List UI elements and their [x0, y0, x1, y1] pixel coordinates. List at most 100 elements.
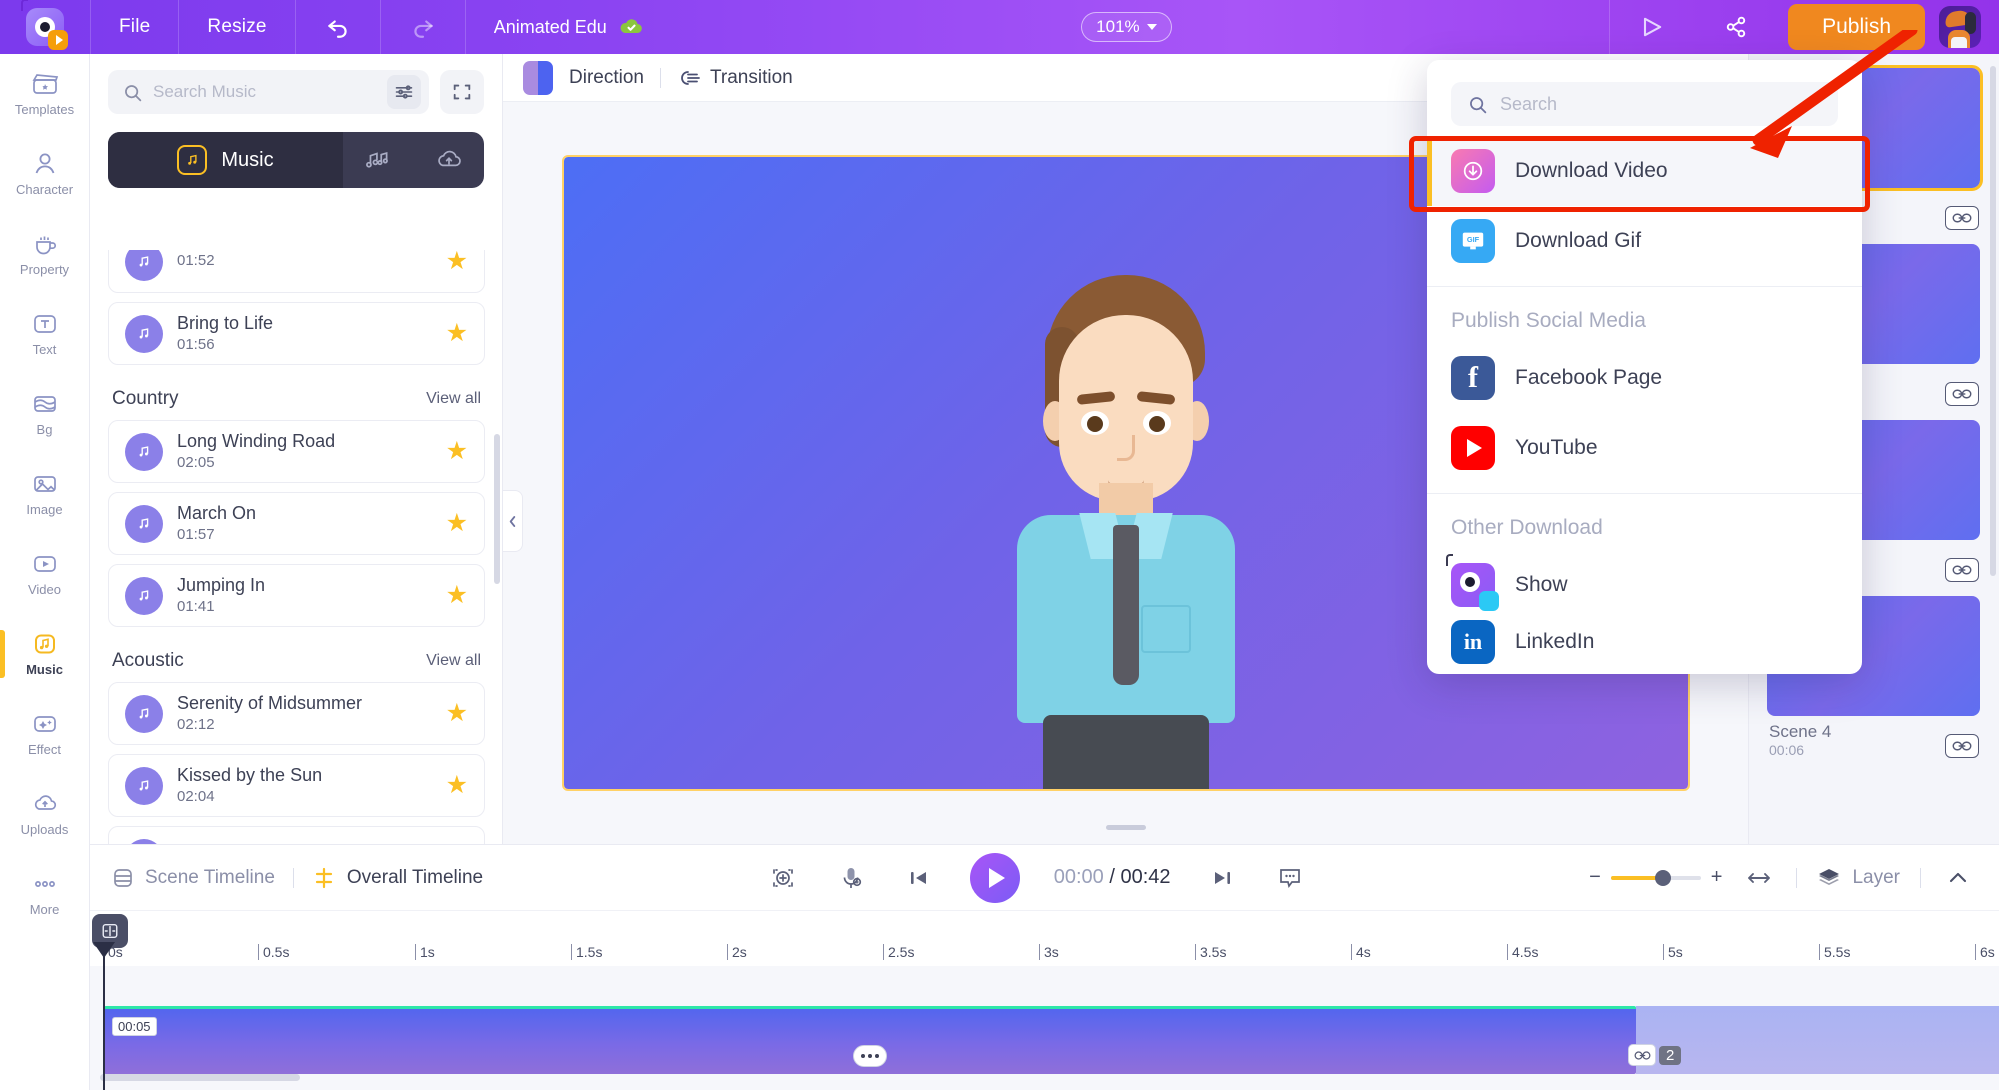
view-all-link[interactable]: View all: [426, 390, 481, 408]
sidebar-item-templates[interactable]: Templates: [0, 54, 89, 134]
direction-button[interactable]: Direction: [569, 67, 644, 89]
favorite-star-icon[interactable]: ★: [446, 321, 468, 346]
link-scene-icon[interactable]: [1945, 734, 1979, 758]
search-icon: [1470, 96, 1487, 113]
menu-item-show[interactable]: Show: [1427, 550, 1862, 620]
menu-resize[interactable]: Resize: [179, 0, 294, 54]
clip-link-badge[interactable]: 2: [1628, 1044, 1682, 1066]
timeline-tracks[interactable]: 00:05: [90, 966, 1999, 1090]
list-item[interactable]: Jumping In 01:41 ★: [108, 564, 485, 627]
search-input-wrapper[interactable]: [108, 70, 429, 114]
timeline-zoom-slider[interactable]: − +: [1589, 866, 1722, 889]
tab-upload-music[interactable]: [414, 132, 485, 188]
zoom-out-button[interactable]: −: [1589, 866, 1601, 889]
list-item[interactable]: Serenity of Midsummer 02:12 ★: [108, 682, 485, 745]
avatar[interactable]: [1939, 6, 1982, 48]
timeline-ruler[interactable]: 0s 0.5s 1s 1.5s 2s 2.5s 3s 3.5s 4s 4.5s …: [90, 910, 1999, 966]
zoom-level-selector[interactable]: 101%: [1081, 12, 1172, 42]
ruler-tick: 2.5s: [883, 944, 914, 960]
link-scene-icon[interactable]: [1945, 206, 1979, 230]
link-scene-icon[interactable]: [1945, 382, 1979, 406]
clip-more-dots-icon[interactable]: [853, 1045, 887, 1067]
sidebar-item-music[interactable]: Music: [0, 614, 89, 694]
dropdown-search-input[interactable]: [1500, 93, 1822, 115]
list-item[interactable]: March On 01:57 ★: [108, 492, 485, 555]
menu-item-facebook-page[interactable]: f Facebook Page: [1427, 343, 1862, 413]
zoom-in-button[interactable]: +: [1711, 866, 1723, 889]
skip-next-icon[interactable]: [1205, 861, 1239, 895]
menu-item-label: YouTube: [1515, 436, 1598, 459]
dropdown-search-wrapper[interactable]: [1451, 82, 1838, 126]
list-item[interactable]: And I Love You ★: [108, 826, 485, 844]
favorite-star-icon[interactable]: ★: [446, 773, 468, 798]
sidebar-item-bg[interactable]: Bg: [0, 374, 89, 454]
chevron-up-icon[interactable]: [1941, 861, 1975, 895]
favorite-star-icon[interactable]: ★: [446, 583, 468, 608]
sidebar-item-more[interactable]: More: [0, 854, 89, 934]
tab-sound-effects[interactable]: [343, 132, 414, 188]
sidebar-item-property[interactable]: Property: [0, 214, 89, 294]
redo-icon[interactable]: [381, 0, 465, 54]
add-scene-icon[interactable]: [766, 861, 800, 895]
preview-play-icon[interactable]: [1610, 0, 1694, 54]
zoom-slider-fill: [1610, 875, 1661, 880]
favorite-star-icon[interactable]: ★: [446, 439, 468, 464]
list-item[interactable]: 01:52 ★: [108, 250, 485, 293]
app-logo-button[interactable]: [0, 0, 90, 54]
fullscreen-expand-icon[interactable]: [440, 70, 484, 114]
scenes-scrollbar[interactable]: [1990, 66, 1996, 576]
menu-file[interactable]: File: [91, 0, 178, 54]
canvas-resize-handle[interactable]: [1105, 825, 1146, 830]
menu-item-download-gif[interactable]: GIF Download Gif: [1427, 206, 1862, 276]
timeline-horizontal-scrollbar[interactable]: [100, 1074, 300, 1081]
sidebar-item-character[interactable]: Character: [0, 134, 89, 214]
sidebar-item-image[interactable]: Image: [0, 454, 89, 534]
sidebar-item-label: More: [29, 902, 60, 917]
show-app-icon: [1446, 554, 1499, 611]
link-scene-icon[interactable]: [1945, 558, 1979, 582]
share-icon[interactable]: [1694, 0, 1778, 54]
sidebar-item-text[interactable]: Text: [0, 294, 89, 374]
menu-item-download-video[interactable]: Download Video: [1427, 136, 1862, 206]
sidebar-item-uploads[interactable]: Uploads: [0, 774, 89, 854]
list-item[interactable]: Long Winding Road 02:05 ★: [108, 420, 485, 483]
list-item[interactable]: Kissed by the Sun 02:04 ★: [108, 754, 485, 817]
skip-previous-icon[interactable]: [902, 861, 936, 895]
music-list[interactable]: 01:52 ★ Bring to Life 01:56 ★ Country Vi…: [90, 250, 503, 844]
music-list-scrollbar[interactable]: [494, 434, 500, 584]
view-all-link[interactable]: View all: [426, 652, 481, 670]
subtitle-icon[interactable]: [1273, 861, 1307, 895]
sliders-filter-icon[interactable]: [387, 75, 421, 109]
sidebar-item-effect[interactable]: Effect: [0, 694, 89, 774]
menu-item-label: LinkedIn: [1515, 630, 1595, 653]
publish-button[interactable]: Publish: [1788, 4, 1926, 50]
playhead[interactable]: [93, 942, 115, 1090]
microphone-record-icon[interactable]: [834, 861, 868, 895]
song-title: Serenity of Midsummer: [177, 693, 363, 714]
undo-icon[interactable]: [296, 0, 380, 54]
zoom-slider-knob[interactable]: [1654, 869, 1671, 886]
tab-scene-timeline[interactable]: Scene Timeline: [112, 866, 275, 890]
tab-overall-timeline[interactable]: Overall Timeline: [312, 866, 483, 890]
zoom-slider-track[interactable]: [1610, 869, 1701, 886]
fit-width-icon[interactable]: [1742, 861, 1776, 895]
menu-item-linkedin[interactable]: in LinkedIn: [1427, 620, 1862, 664]
song-title: March On: [177, 503, 257, 524]
tab-music[interactable]: Music: [108, 132, 343, 188]
favorite-star-icon[interactable]: ★: [446, 511, 468, 536]
menu-item-youtube[interactable]: YouTube: [1427, 413, 1862, 483]
favorite-star-icon[interactable]: ★: [446, 250, 468, 274]
list-item[interactable]: Bring to Life 01:56 ★: [108, 302, 485, 365]
play-button[interactable]: [969, 852, 1020, 903]
category-header-country: Country View all: [108, 374, 485, 420]
favorite-star-icon[interactable]: ★: [446, 701, 468, 726]
panel-collapse-button[interactable]: [503, 490, 523, 552]
project-title-area[interactable]: Animated Educa: [466, 17, 644, 38]
direction-swatch-icon[interactable]: [523, 60, 553, 95]
layer-button[interactable]: Layer: [1817, 867, 1900, 889]
transition-button[interactable]: Transition: [677, 67, 793, 89]
sidebar-item-video[interactable]: Video: [0, 534, 89, 614]
search-input[interactable]: [153, 82, 377, 102]
timeline-clip[interactable]: 00:05: [104, 1006, 1636, 1074]
character-object[interactable]: [981, 275, 1271, 789]
